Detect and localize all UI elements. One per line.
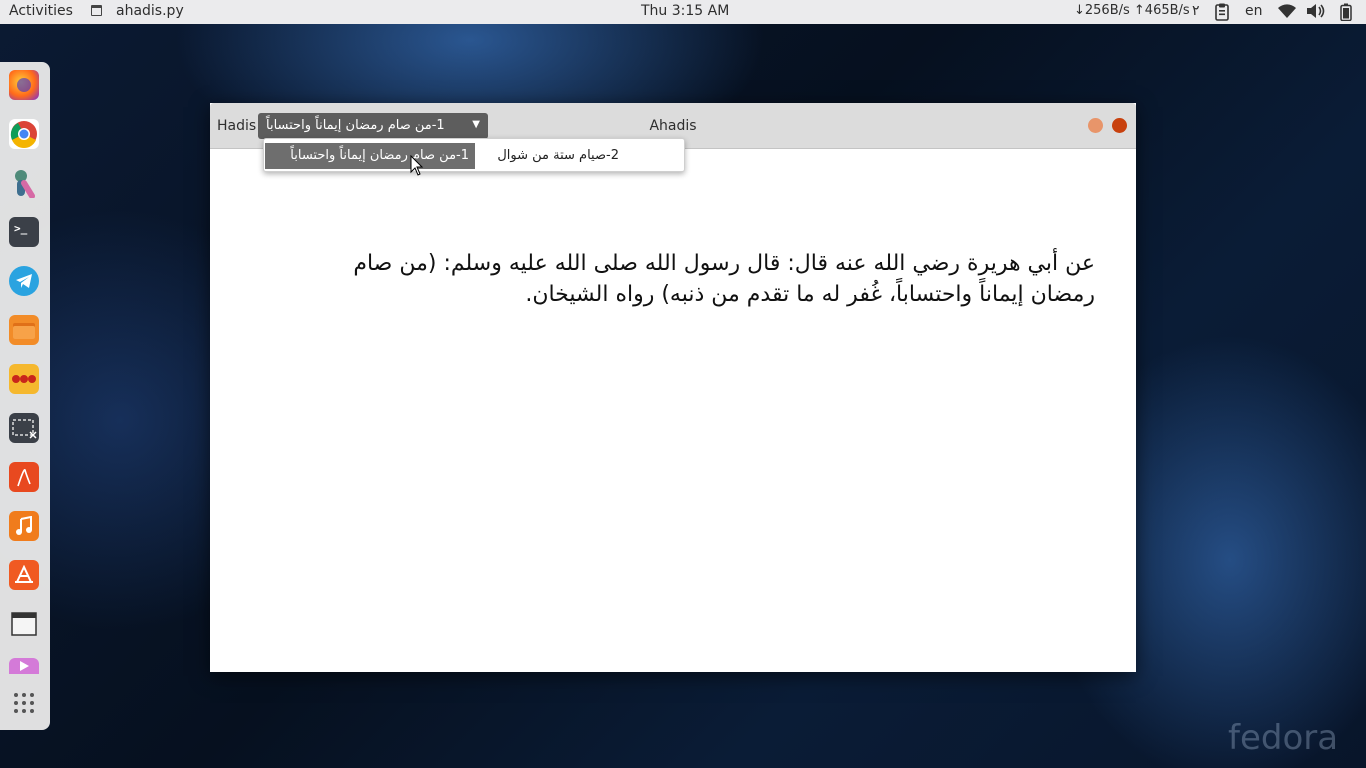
dots-app-icon[interactable]: [9, 364, 39, 394]
activities-button[interactable]: Activities: [9, 3, 73, 19]
screenshot-icon[interactable]: [9, 413, 39, 443]
battery-icon[interactable]: [1340, 3, 1352, 25]
app-menu-icon[interactable]: [91, 5, 102, 16]
top-bar: Activities ahadis.py Thu 3:15 AM ↓256B/s…: [0, 0, 1366, 24]
minimize-button[interactable]: [1088, 118, 1103, 133]
window-icon[interactable]: [9, 609, 39, 639]
hadith-text: عن أبي هريرة رضي الله عنه قال: قال رسول …: [353, 251, 1095, 307]
clipboard-icon[interactable]: [1215, 3, 1229, 25]
fedora-watermark: fedora: [1228, 718, 1339, 758]
firefox-icon[interactable]: [9, 70, 39, 100]
hadith-dropdown-menu: 1-من صام رمضان إيماناً واحتساباً 2-صيام …: [263, 138, 685, 172]
acrobat-icon[interactable]: [9, 462, 39, 492]
files-icon[interactable]: [9, 315, 39, 345]
clock[interactable]: Thu 3:15 AM: [641, 3, 729, 19]
menu-item-hadith-1[interactable]: 1-من صام رمضان إيماناً واحتساباً: [265, 143, 475, 169]
mouse-cursor-icon: [410, 154, 424, 181]
app-menu-label[interactable]: ahadis.py: [116, 3, 184, 19]
menu-item-hadith-2[interactable]: 2-صيام ستة من شوال: [475, 143, 625, 169]
software-icon[interactable]: [9, 560, 39, 590]
workspace-indicator[interactable]: ٢: [1192, 3, 1200, 19]
dock: >_: [0, 62, 50, 730]
close-button[interactable]: [1112, 118, 1127, 133]
music-icon[interactable]: [9, 511, 39, 541]
wifi-icon[interactable]: [1277, 3, 1297, 23]
language-indicator[interactable]: en: [1245, 3, 1263, 19]
ahadis-window: Hadis 1-من صام رمضان إيماناً واحتساباً ▼…: [210, 103, 1136, 672]
volume-icon[interactable]: [1306, 3, 1326, 23]
telegram-icon[interactable]: [9, 266, 39, 296]
app-grid-icon[interactable]: [9, 688, 39, 718]
net-speed-indicator[interactable]: ↓256B/s ↑465B/s: [1074, 3, 1190, 18]
terminal-icon[interactable]: >_: [9, 217, 39, 247]
chrome-icon[interactable]: [9, 119, 39, 149]
window-title: Ahadis: [649, 118, 697, 134]
video-icon[interactable]: [9, 658, 39, 674]
app-r-icon[interactable]: [9, 168, 39, 198]
